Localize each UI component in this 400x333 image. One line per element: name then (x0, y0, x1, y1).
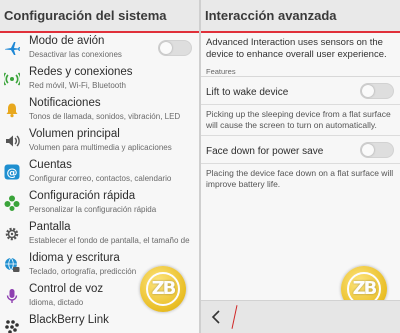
blackberry-icon (5, 320, 19, 333)
settings-item-subtitle: Personalizar la configuración rápida (29, 205, 157, 214)
settings-item-title: Redes y conexiones (29, 66, 133, 78)
settings-item-subtitle: Idioma, dictado (29, 298, 84, 307)
settings-item-accounts[interactable]: @ Cuentas Configurar correo, contactos, … (0, 157, 199, 188)
settings-item-subtitle: Desactivar las conexiones (29, 50, 122, 59)
lift-to-wake-title: Lift to wake device (206, 87, 289, 98)
settings-item-quick-settings[interactable]: Configuración rápida Personalizar la con… (0, 188, 199, 219)
lift-to-wake-description: Picking up the sleeping device from a fl… (206, 109, 391, 130)
advanced-interaction-pane: Interacción avanzada Advanced Interactio… (201, 0, 400, 333)
settings-item-subtitle: Red móvil, Wi-Fi, Bluetooth (29, 81, 126, 90)
airplane-mode-toggle[interactable] (158, 40, 192, 56)
settings-item-blackberry-link[interactable]: BlackBerry Link (0, 312, 199, 333)
bottom-action-bar (201, 300, 400, 333)
advanced-interaction-title: Interacción avanzada (201, 0, 400, 33)
settings-item-display[interactable]: Pantalla Establecer el fondo de pantalla… (0, 219, 199, 250)
settings-item-subtitle: Tonos de llamada, sonidos, vibración, LE… (29, 112, 181, 121)
back-arrow-icon[interactable] (209, 309, 225, 325)
settings-item-subtitle: Configurar correo, contactos, calendario (29, 174, 172, 183)
features-section-label: Features (206, 67, 236, 76)
face-down-power-save-toggle[interactable] (360, 142, 394, 158)
microphone-icon (6, 289, 18, 303)
network-icon (4, 72, 20, 86)
row-divider (201, 104, 400, 105)
zbb-watermark-logo: ZB (140, 266, 186, 312)
settings-item-title: Configuración rápida (29, 190, 136, 202)
at-sign-icon: @ (4, 164, 20, 180)
red-mark (231, 305, 238, 329)
settings-item-volume[interactable]: Volumen principal Volumen para multimedi… (0, 126, 199, 157)
face-down-power-save-description: Placing the device face down on a flat s… (206, 168, 394, 189)
svg-text:@: @ (7, 166, 18, 179)
gear-icon (5, 227, 19, 241)
settings-item-title: Modo de avión (29, 35, 105, 47)
settings-item-subtitle: Volumen para multimedia y aplicaciones (29, 143, 172, 152)
settings-item-networks[interactable]: Redes y conexiones Red móvil, Wi-Fi, Blu… (0, 64, 199, 95)
settings-item-subtitle: Establecer el fondo de pantalla, el tama… (29, 236, 190, 245)
settings-item-airplane-mode[interactable]: Modo de avión Desactivar las conexiones (0, 33, 199, 64)
speaker-icon (6, 135, 20, 147)
settings-item-title: Notificaciones (29, 97, 101, 109)
settings-item-title: Pantalla (29, 221, 71, 233)
language-icon (5, 257, 20, 272)
row-divider (201, 163, 400, 164)
settings-item-title: Control de voz (29, 283, 104, 295)
settings-item-title: Cuentas (29, 159, 72, 171)
settings-item-title: BlackBerry Link (29, 314, 109, 326)
advanced-interaction-description: Advanced Interaction uses sensors on the… (206, 37, 387, 60)
airplane-icon (5, 42, 20, 55)
face-down-power-save-title: Face down for power save (206, 146, 324, 157)
quick-settings-icon (4, 195, 20, 211)
bell-icon (6, 103, 18, 118)
system-settings-pane: Configuración del sistema Modo de avión … (0, 0, 199, 333)
section-divider (201, 76, 400, 77)
settings-item-title: Idioma y escritura (29, 252, 120, 264)
row-divider (201, 135, 400, 136)
lift-to-wake-toggle[interactable] (360, 83, 394, 99)
settings-item-notifications[interactable]: Notificaciones Tonos de llamada, sonidos… (0, 95, 199, 126)
settings-item-title: Volumen principal (29, 128, 120, 140)
settings-item-subtitle: Teclado, ortografía, predicción (29, 267, 137, 276)
system-settings-title: Configuración del sistema (0, 0, 199, 33)
